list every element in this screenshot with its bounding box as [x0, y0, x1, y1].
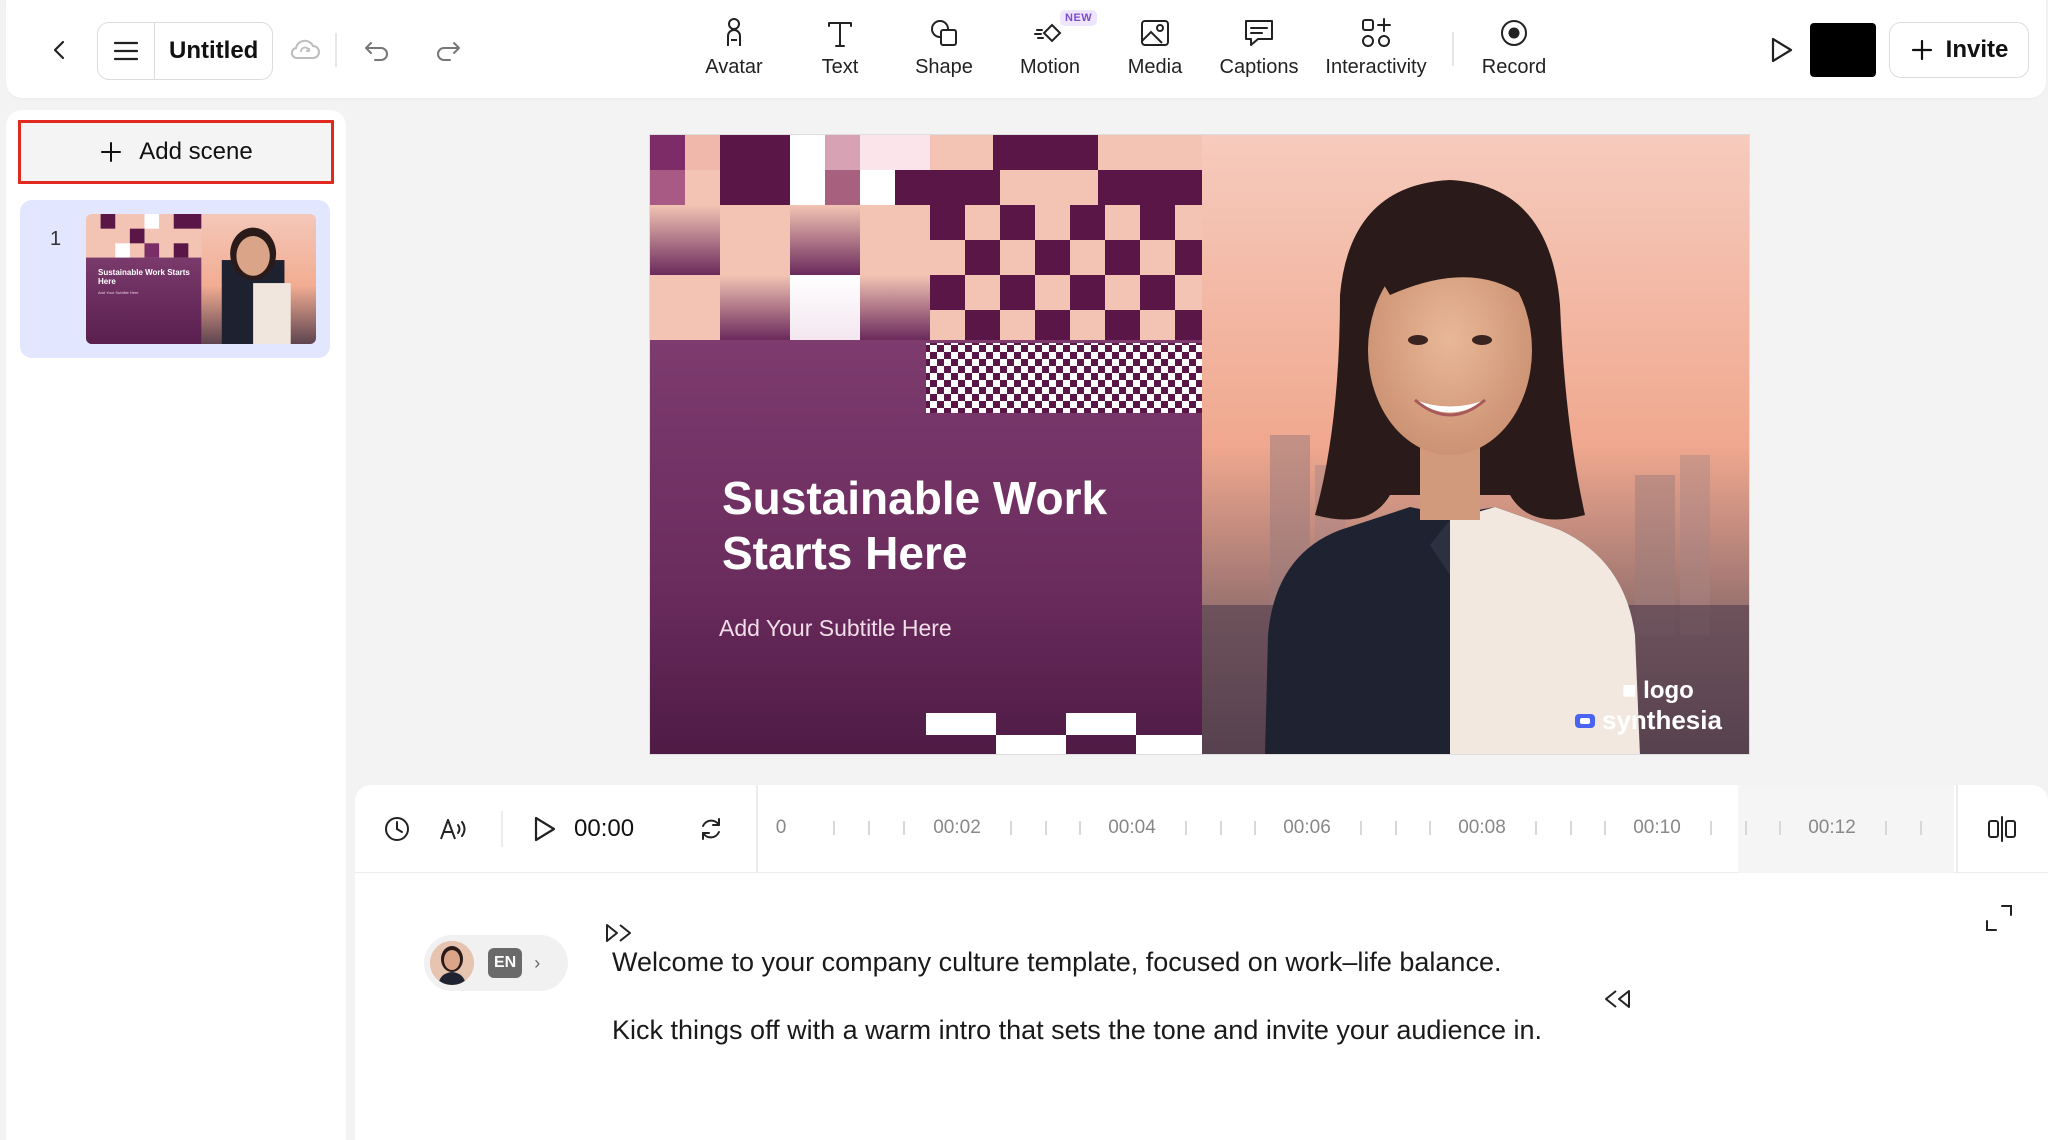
record-icon [1501, 20, 1527, 46]
thumb-subtitle: Add Your Subtitle Here [98, 290, 139, 295]
ruler-tick [1079, 821, 1081, 835]
ruler-label: 00:12 [1808, 817, 1856, 838]
slide-subtitle[interactable]: Add Your Subtitle Here [719, 615, 952, 642]
ruler-tick [868, 821, 870, 835]
tool-media[interactable]: Media [1116, 14, 1194, 90]
ruler-tick [1429, 821, 1431, 835]
plus-icon [101, 142, 122, 162]
scene-card[interactable]: 1 Sustainable Work Starts Here Add Your … [20, 200, 330, 358]
ruler-label: 00:08 [1458, 817, 1506, 838]
gesture-marker-icon[interactable] [603, 917, 635, 949]
split-scene-icon[interactable] [1984, 811, 2020, 847]
ruler-tick [1604, 821, 1606, 835]
scene-canvas[interactable]: Sustainable Work Starts Here Add Your Su… [649, 134, 1750, 755]
chevron-right-icon: › [534, 952, 541, 973]
timeline-ruler[interactable]: 0 00:02 00:04 00:06 00:08 00:10 00:12 [757, 785, 1947, 873]
scene-thumbnail: Sustainable Work Starts Here Add Your Su… [86, 214, 316, 344]
invite-button[interactable]: Invite [1889, 22, 2029, 78]
ruler-tick [903, 821, 905, 835]
ruler-tick [1185, 821, 1187, 835]
ruler-tick [1535, 821, 1537, 835]
slide-title[interactable]: Sustainable Work Starts Here [722, 471, 1162, 581]
toolbar-divider [1452, 32, 1454, 66]
voice-speed-icon[interactable] [436, 811, 472, 847]
tool-shape[interactable]: Shape [903, 14, 985, 90]
plus-icon [1911, 39, 1932, 61]
logo-text: logo [1643, 677, 1694, 704]
ruler-tick [1254, 821, 1256, 835]
captions-icon [1245, 20, 1273, 46]
script-line[interactable]: Welcome to your company culture template… [612, 947, 1501, 978]
ruler-tick [1395, 821, 1397, 835]
preview-play-button[interactable] [1761, 30, 1801, 70]
scene-number: 1 [50, 228, 62, 250]
ruler-tick [1220, 821, 1222, 835]
ruler-tick [1779, 821, 1781, 835]
media-icon [1141, 20, 1169, 46]
tool-record[interactable]: Record [1474, 14, 1554, 90]
ruler-tick [1360, 821, 1362, 835]
synthesia-watermark: synthesia [1574, 705, 1722, 736]
ruler-tick [1010, 821, 1012, 835]
ruler-label: 00:04 [1108, 817, 1156, 838]
voice-selector[interactable]: EN › [424, 935, 568, 991]
ruler-tick [1570, 821, 1572, 835]
color-swatch[interactable] [1810, 23, 1876, 77]
add-scene-label: Add scene [139, 138, 253, 165]
ruler-label: 00:02 [933, 817, 981, 838]
scene-background [650, 135, 1749, 754]
ruler-label: 00:06 [1283, 817, 1331, 838]
synthesia-logo-icon [1575, 713, 1595, 728]
ruler-label: 0 [775, 817, 787, 838]
tool-text[interactable]: Text [800, 14, 880, 90]
brand-text: synthesia [1602, 705, 1722, 735]
timeline-divider [501, 811, 503, 847]
ruler-tick [1045, 821, 1047, 835]
avatar-icon [727, 18, 741, 46]
voice-avatar [430, 941, 474, 985]
invite-label: Invite [1945, 36, 2009, 63]
shape-icon [931, 20, 957, 46]
scenes-panel: Add scene 1 Sustainable Work Starts Here… [6, 110, 346, 1140]
play-icon [1771, 37, 1793, 63]
timeline-bar: 00:00 0 00:02 00:04 00:06 00:08 00:10 00… [355, 785, 2048, 873]
brand-logo-text[interactable]: ■ logo [1622, 677, 1694, 705]
timeline-play-button[interactable] [526, 811, 562, 847]
gesture-end-marker-icon[interactable] [1601, 983, 1633, 1015]
expand-icon[interactable] [1984, 903, 2014, 933]
clock-icon[interactable] [379, 811, 415, 847]
tool-motion[interactable]: NEW Motion [1006, 10, 1098, 90]
interactivity-icon [1362, 18, 1391, 47]
tool-interactivity[interactable]: Interactivity [1318, 14, 1434, 90]
loop-icon[interactable] [693, 811, 729, 847]
timeline-divider [1956, 785, 1958, 873]
language-badge: EN [488, 948, 523, 978]
insert-toolbar: Avatar Text Shape NEW Motion Media Capti… [6, 10, 2046, 90]
ruler-tick [1745, 821, 1747, 835]
current-time: 00:00 [574, 815, 635, 842]
play-icon [534, 816, 556, 842]
ruler-label: 00:10 [1633, 817, 1681, 838]
add-scene-button[interactable]: Add scene [18, 120, 334, 184]
ruler-tick [1920, 821, 1922, 835]
ruler-tick [1710, 821, 1712, 835]
thumb-title: Sustainable Work Starts Here [98, 268, 190, 286]
new-badge: NEW [1060, 10, 1098, 26]
tool-avatar[interactable]: Avatar [690, 14, 778, 90]
script-editor: EN › Welcome to your company culture tem… [355, 873, 2048, 1140]
top-bar: Untitled Avatar Text Shape NEW Motion Me [6, 0, 2046, 98]
text-icon [828, 22, 852, 47]
logo-mark-icon: ■ [1622, 677, 1637, 704]
tool-captions[interactable]: Captions [1212, 14, 1306, 90]
ruler-tick [833, 821, 835, 835]
ruler-tick [1885, 821, 1887, 835]
script-line[interactable]: Kick things off with a warm intro that s… [612, 1015, 1542, 1046]
